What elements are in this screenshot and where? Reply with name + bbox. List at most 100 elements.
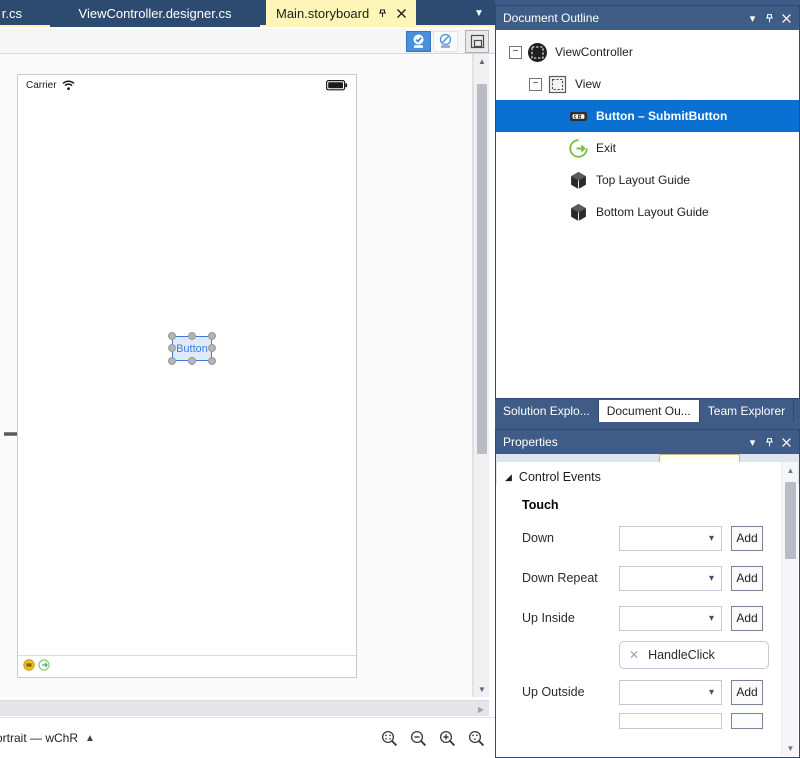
wifi-icon: [62, 79, 75, 91]
chevron-down-icon[interactable]: ▾: [709, 533, 714, 544]
tree-item-exit[interactable]: Exit: [496, 132, 799, 164]
zoom-controls: [381, 730, 485, 747]
close-icon[interactable]: ✕: [629, 648, 639, 662]
layout-guide-icon: [567, 169, 589, 191]
tree-item-top-layout-guide[interactable]: Top Layout Guide: [496, 164, 799, 196]
pin-icon[interactable]: [376, 7, 388, 21]
exit-icon: [567, 137, 589, 159]
add-event-button[interactable]: [731, 713, 763, 729]
add-event-button[interactable]: Add: [731, 525, 763, 551]
triangle-up-icon[interactable]: ▲: [85, 733, 95, 744]
constraint-edit-icon[interactable]: [433, 31, 458, 52]
scroll-down-icon[interactable]: ▼: [474, 682, 490, 697]
tree-item-view[interactable]: − View: [496, 68, 799, 100]
tree-item-label: Bottom Layout Guide: [596, 205, 709, 219]
scroll-right-icon[interactable]: ▶: [473, 701, 489, 717]
resize-handle-bottom-left[interactable]: [168, 357, 176, 365]
ios-status-bar: Carrier: [18, 75, 356, 95]
chevron-down-icon[interactable]: ▾: [709, 613, 714, 624]
close-icon[interactable]: [396, 7, 408, 21]
design-surface-button-label: Button: [176, 342, 208, 355]
zoom-fit-icon[interactable]: [381, 730, 398, 747]
properties-vertical-scrollbar[interactable]: ▲ ▼: [781, 462, 798, 756]
add-event-button[interactable]: Add: [731, 565, 763, 591]
add-event-button[interactable]: Add: [731, 679, 763, 705]
expander-icon[interactable]: −: [529, 77, 542, 91]
designer-vertical-scrollbar[interactable]: ▲ ▼: [473, 54, 489, 697]
event-label: Down Repeat: [522, 571, 598, 585]
resize-handle-bottom-center[interactable]: [188, 357, 196, 365]
tab-team-explorer[interactable]: Team Explorer: [699, 400, 795, 422]
event-handler-combo[interactable]: ▾: [619, 525, 722, 551]
close-icon[interactable]: [778, 433, 795, 451]
editor-area: r.cs ViewController.designer.cs Main.sto…: [0, 0, 495, 758]
zoom-in-icon[interactable]: [439, 730, 456, 747]
properties-title: Properties: [503, 435, 558, 449]
assigned-handler-chip[interactable]: ✕ HandleClick: [619, 641, 769, 669]
event-handler-combo[interactable]: [619, 713, 722, 729]
scroll-up-icon[interactable]: ▲: [782, 462, 799, 478]
device-frame[interactable]: Carrier Button: [17, 74, 357, 678]
button-icon: [567, 105, 589, 127]
event-label: Up Outside: [522, 685, 585, 699]
tool-window-column: Document Outline ▾ − ViewController − Vi…: [495, 0, 800, 758]
designer-toolbar: [0, 29, 495, 54]
tree-item-label: ViewController: [555, 45, 633, 59]
designer-horizontal-scrollbar[interactable]: ▶: [0, 700, 489, 716]
resize-handle-top-left[interactable]: [168, 332, 176, 340]
tree-item-label: View: [575, 77, 601, 91]
close-icon[interactable]: [778, 9, 795, 27]
selected-button-widget[interactable]: Button: [166, 330, 218, 367]
document-outline-tree: − ViewController − View Button – SubmitB…: [496, 30, 799, 228]
scrollbar-thumb[interactable]: [477, 84, 487, 454]
constraint-enabled-icon[interactable]: [406, 31, 431, 52]
resize-handle-top-right[interactable]: [208, 332, 216, 340]
event-handler-combo[interactable]: ▾: [619, 565, 722, 591]
event-handler-combo[interactable]: ▾: [619, 605, 722, 631]
scroll-up-icon[interactable]: ▲: [474, 54, 490, 69]
resize-handle-top-center[interactable]: [188, 332, 196, 340]
properties-window: Properties ▾ Widget: [495, 429, 800, 758]
chevron-down-icon[interactable]: ▾: [709, 687, 714, 698]
storyboard-canvas[interactable]: Carrier Button: [0, 54, 473, 697]
zoom-actual-size-icon[interactable]: [468, 730, 485, 747]
tree-item-bottom-layout-guide[interactable]: Bottom Layout Guide: [496, 196, 799, 228]
expander-icon[interactable]: −: [509, 45, 522, 59]
orientation-label[interactable]: ortrait — wChR: [0, 731, 78, 745]
resize-handle-middle-left[interactable]: [168, 344, 176, 352]
tabstrip-overflow-chevron-down-icon[interactable]: ▼: [469, 0, 489, 27]
view-frame-icon[interactable]: [465, 30, 489, 53]
exit-icon[interactable]: [38, 659, 50, 674]
assigned-handler-name: HandleClick: [648, 648, 715, 662]
event-label: Down: [522, 531, 554, 545]
zoom-out-icon[interactable]: [410, 730, 427, 747]
document-outline-window: Document Outline ▾ − ViewController − Vi…: [495, 5, 800, 399]
first-responder-icon[interactable]: [23, 659, 35, 674]
resize-handle-middle-right[interactable]: [208, 344, 216, 352]
pin-icon[interactable]: [761, 9, 778, 27]
control-events-section-header[interactable]: ◢ Control Events: [505, 462, 781, 492]
section-collapse-caret-icon[interactable]: ◢: [505, 472, 512, 483]
chevron-down-icon[interactable]: ▾: [709, 573, 714, 584]
document-tab-partial[interactable]: r.cs: [0, 0, 30, 27]
scroll-down-icon[interactable]: ▼: [782, 740, 799, 756]
tree-item-label: Top Layout Guide: [596, 173, 691, 187]
tab-label: Document Ou...: [606, 404, 691, 418]
tree-item-button-submitbutton[interactable]: Button – SubmitButton: [496, 100, 799, 132]
add-event-button[interactable]: Add: [731, 605, 763, 631]
tab-solution-explorer[interactable]: Solution Explo...: [495, 400, 599, 422]
touch-group-label: Touch: [522, 498, 559, 512]
document-tab-main-storyboard[interactable]: Main.storyboard: [266, 0, 416, 27]
properties-body: ◢ Control Events Touch Down ▾ Add Down R…: [497, 462, 781, 756]
window-menu-icon[interactable]: ▾: [744, 9, 761, 27]
tab-label: Solution Explo...: [503, 404, 590, 418]
layout-guide-icon: [567, 201, 589, 223]
event-handler-combo[interactable]: ▾: [619, 679, 722, 705]
tab-document-outline[interactable]: Document Ou...: [598, 400, 700, 422]
window-menu-icon[interactable]: ▾: [744, 433, 761, 451]
resize-handle-bottom-right[interactable]: [208, 357, 216, 365]
tree-item-viewcontroller[interactable]: − ViewController: [496, 36, 799, 68]
pin-icon[interactable]: [761, 433, 778, 451]
document-tab-viewcontroller-designer[interactable]: ViewController.designer.cs: [50, 0, 260, 27]
scrollbar-thumb[interactable]: [785, 482, 796, 559]
